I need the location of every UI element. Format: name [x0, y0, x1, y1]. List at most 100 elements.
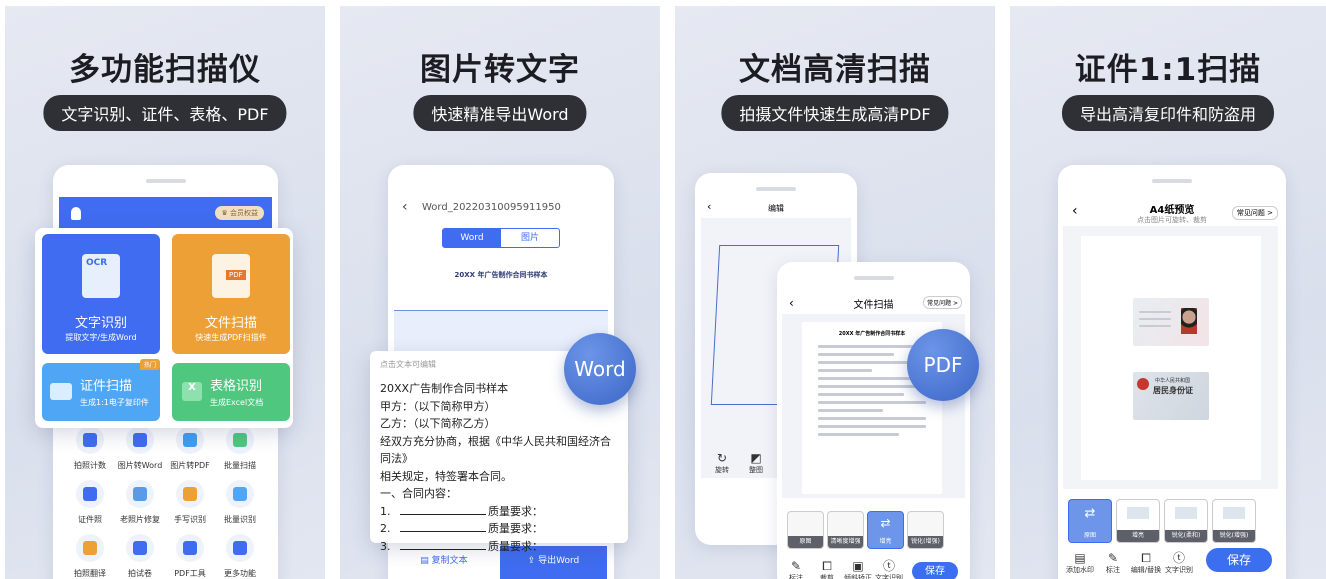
filter-thumb[interactable]: 增亮 [1116, 499, 1160, 543]
feature-icon [226, 426, 254, 454]
tool-button[interactable]: ▣ 倾斜矫正 [841, 559, 875, 579]
member-badge[interactable]: ♛ 会员权益 [215, 206, 264, 220]
back-icon[interactable]: ‹ [402, 199, 408, 215]
filter-thumb[interactable]: 清晰度增强 [827, 511, 864, 549]
grid-item[interactable]: 拍照翻译 [65, 534, 115, 579]
panel-document-scan: 文档高清扫描 拍摄文件快速生成高清PDF ‹ 编辑 ↻ 旋转 ◩ 整图 ‹ 文件扫描… [675, 6, 995, 579]
tool-button[interactable]: ▤ 添加水印 [1062, 551, 1098, 575]
panel-subtitle: 拍摄文件快速生成高清PDF [721, 95, 949, 131]
pdf-badge: PDF [907, 329, 979, 401]
tile-desc: 提取文字/生成Word [65, 333, 137, 342]
phone-a4-preview: ‹ A4纸预览 点击图片可旋转、裁剪 常见问题 > 中华人民共和国 居民身份证 … [1058, 165, 1286, 579]
faq-button[interactable]: 常见问题 > [923, 296, 962, 309]
file-name: Word_20220310095911950 [422, 202, 561, 213]
grid-item-label: PDF工具 [174, 569, 206, 578]
app-header: ♛ 会员权益 [59, 197, 272, 231]
grid-item-label: 拍照翻译 [74, 569, 106, 578]
id-card-front[interactable] [1133, 298, 1209, 346]
filter-thumb[interactable]: 原图 [787, 511, 824, 549]
tool-button[interactable]: ⧠ 裁剪 [810, 559, 844, 579]
feature-icon [176, 426, 204, 454]
grid-item[interactable]: 图片转PDF [165, 426, 215, 471]
tile-desc: 生成1:1电子复印件 [80, 398, 149, 407]
grid-item[interactable]: 批量扫描 [215, 426, 265, 471]
doc-item[interactable]: 2. 质量要求： [380, 520, 618, 538]
tile-desc: 生成Excel文档 [210, 398, 264, 407]
faq-button[interactable]: 常见问题 > [1231, 206, 1278, 220]
grid-item[interactable]: 证件照 [65, 480, 115, 525]
feature-icon [76, 534, 104, 562]
grid-item[interactable]: 拍试卷 [115, 534, 165, 579]
grid-item-label: 批量扫描 [224, 461, 256, 470]
feature-icon [126, 534, 154, 562]
panel-id-scan: 证件1:1扫描 导出高清复印件和防盗用 ‹ A4纸预览 点击图片可旋转、裁剪 常… [1010, 6, 1326, 579]
grid-item[interactable]: 手写识别 [165, 480, 215, 525]
grid-item-label: 图片转Word [117, 461, 163, 470]
grid-item-label: 手写识别 [174, 515, 206, 524]
grid-item-label: 图片转PDF [170, 461, 210, 470]
rotate-button[interactable]: ↻ 旋转 [705, 451, 739, 475]
filter-thumb[interactable]: 锐化(增强) [907, 511, 944, 549]
grid-item-label: 更多功能 [224, 569, 256, 578]
tile-table-ocr[interactable]: X 表格识别 生成Excel文档 [172, 363, 290, 421]
save-button[interactable]: 保存 [1206, 548, 1272, 572]
doc-line[interactable]: 相关规定，特签署本合同。 [380, 468, 618, 486]
save-button[interactable]: 保存 [912, 562, 958, 579]
tab-image[interactable]: 图片 [501, 229, 559, 247]
grid-item[interactable]: 老照片修复 [115, 480, 165, 525]
tool-button[interactable]: ✎ 标注 [1095, 551, 1131, 575]
feature-icon [126, 426, 154, 454]
doc-line[interactable]: 经双方充分协商，根据《中华人民共和国经济合同法》 [380, 433, 618, 468]
feature-icon [226, 480, 254, 508]
doc-item[interactable]: 3. 质量要求： [380, 538, 618, 556]
tile-file-scan[interactable]: PDF 文件扫描 快速生成PDF扫描件 [172, 234, 290, 354]
grid-item[interactable]: 拍照计数 [65, 426, 115, 471]
grid-item[interactable]: 图片转Word [115, 426, 165, 471]
tab-word[interactable]: Word [443, 229, 501, 247]
portrait-photo [1181, 308, 1197, 334]
panel-subtitle: 快速精准导出Word [413, 95, 587, 131]
doc-item[interactable]: 1. 质量要求： [380, 503, 618, 521]
phone-file-scan: ‹ 文件扫描 常见问题 > 20XX 年广告制作合同书样本 保存 原图 清晰度增强… [777, 262, 970, 579]
emblem-icon [1137, 378, 1149, 390]
word-badge: Word [564, 333, 636, 405]
filter-thumb[interactable]: ⇄ 增亮 [867, 511, 904, 549]
user-icon[interactable] [71, 207, 81, 220]
id-card-back[interactable]: 中华人民共和国 居民身份证 [1133, 372, 1209, 420]
grid-item[interactable]: PDF工具 [165, 534, 215, 579]
filter-thumb[interactable]: ⇄ 原图 [1068, 499, 1112, 543]
feature-icon [126, 480, 154, 508]
feature-icon [76, 426, 104, 454]
tile-desc: 快速生成PDF扫描件 [195, 333, 267, 342]
grid-item[interactable]: 更多功能 [215, 534, 265, 579]
panel-subtitle: 导出高清复印件和防盗用 [1061, 95, 1275, 131]
filter-thumb[interactable]: 锐化(柔和) [1164, 499, 1208, 543]
grid-item[interactable]: 批量识别 [215, 480, 265, 525]
panel-title: 多功能扫描仪 [69, 52, 261, 88]
grid-item-label: 拍照计数 [74, 461, 106, 470]
tool-button[interactable]: ✎ 标注 [779, 559, 813, 579]
panel-image-to-text: 图片转文字 快速精准导出Word ‹ Word_2022031009591195… [340, 6, 660, 579]
doc-line[interactable]: 乙方：（以下简称乙方） [380, 415, 618, 433]
tile-id-scan[interactable]: 热门 证件扫描 生成1:1电子复印件 [42, 359, 160, 421]
tile-title: 证件扫描 [80, 379, 133, 394]
pdf-icon: PDF [212, 254, 250, 298]
view-toggle: Word 图片 [442, 228, 560, 248]
id-back-line1: 中华人民共和国 [1155, 378, 1191, 384]
tile-title: 表格识别 [210, 379, 263, 394]
doc-title: 20XX 年广告制作合同书样本 [838, 331, 906, 337]
grid-item-label: 拍试卷 [128, 569, 152, 578]
panel-multifunction: 多功能扫描仪 文字识别、证件、表格、PDF ♛ 会员权益 拍照计数 图片转Word… [5, 6, 325, 579]
tool-button[interactable]: ⓣ 文字识别 [872, 559, 906, 579]
feature-card: OCR 文字识别 提取文字/生成Word PDF 文件扫描 快速生成PDF扫描件… [35, 228, 293, 428]
filter-thumb[interactable]: 锐化(增强) [1212, 499, 1256, 543]
full-image-button[interactable]: ◩ 整图 [739, 451, 773, 475]
tile-ocr[interactable]: OCR 文字识别 提取文字/生成Word [42, 234, 160, 354]
tool-button[interactable]: ⧠ 编辑/替换 [1128, 551, 1164, 575]
tool-button[interactable]: ⓣ 文字识别 [1161, 551, 1197, 575]
tile-title: 文字识别 [74, 316, 127, 331]
id-back-line2: 居民身份证 [1153, 386, 1193, 395]
feature-icon [176, 534, 204, 562]
panel-title: 证件1:1扫描 [1074, 52, 1262, 88]
doc-line[interactable]: 一、合同内容： [380, 485, 618, 503]
